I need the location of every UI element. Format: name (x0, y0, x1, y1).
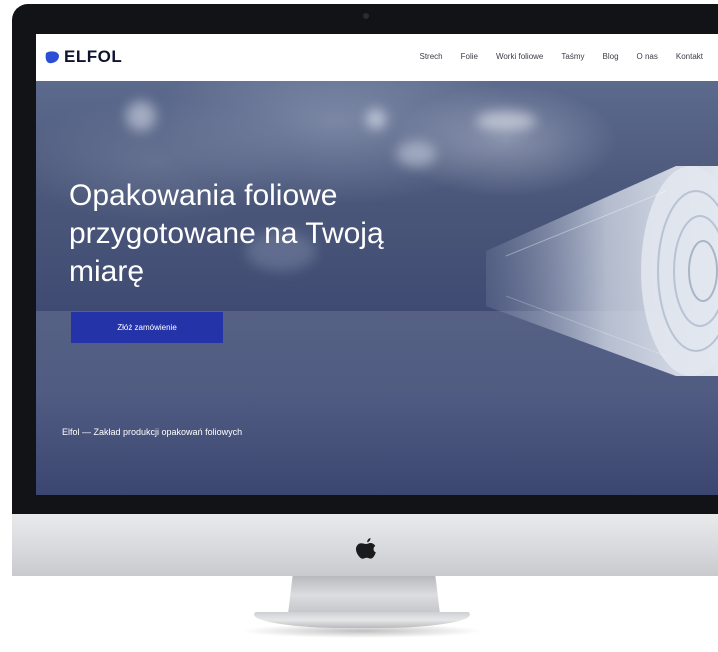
main-navigation: Strech Folie Worki foliowe Taśmy Blog O … (410, 52, 712, 61)
nav-item-worki-foliowe[interactable]: Worki foliowe (487, 52, 552, 61)
hero-section: Opakowania foliowe przygotowane na Twoją… (36, 81, 718, 495)
hero-headline: Opakowania foliowe przygotowane na Twoją… (69, 179, 384, 288)
nav-item-strech[interactable]: Strech (410, 52, 451, 61)
apple-logo-icon (356, 538, 376, 559)
camera-icon (363, 13, 369, 19)
site-header: ELFOL Strech Folie Worki foliowe Taśmy B… (36, 34, 718, 81)
website-screen: Opakowania foliowe przygotowane na Twoją… (36, 34, 718, 495)
nav-item-folie[interactable]: Folie (452, 52, 487, 61)
nav-item-tasmy[interactable]: Taśmy (552, 52, 593, 61)
film-roll-image (486, 166, 718, 376)
nav-item-kontakt[interactable]: Kontakt (667, 52, 712, 61)
place-order-button[interactable]: Złóż zamówienie (71, 312, 223, 343)
background-light (126, 101, 156, 131)
blue-leaf-icon (45, 50, 59, 63)
nav-item-o-nas[interactable]: O nas (628, 52, 667, 61)
hero-tagline: Elfol — Zakład produkcji opakowań foliow… (62, 427, 243, 437)
brand-name: ELFOL (64, 47, 123, 66)
background-light (396, 141, 436, 167)
monitor-stand-neck (288, 576, 440, 614)
nav-item-blog[interactable]: Blog (594, 52, 628, 61)
background-light (366, 109, 386, 129)
background-light (476, 111, 536, 131)
site-logo[interactable]: ELFOL (45, 46, 122, 68)
